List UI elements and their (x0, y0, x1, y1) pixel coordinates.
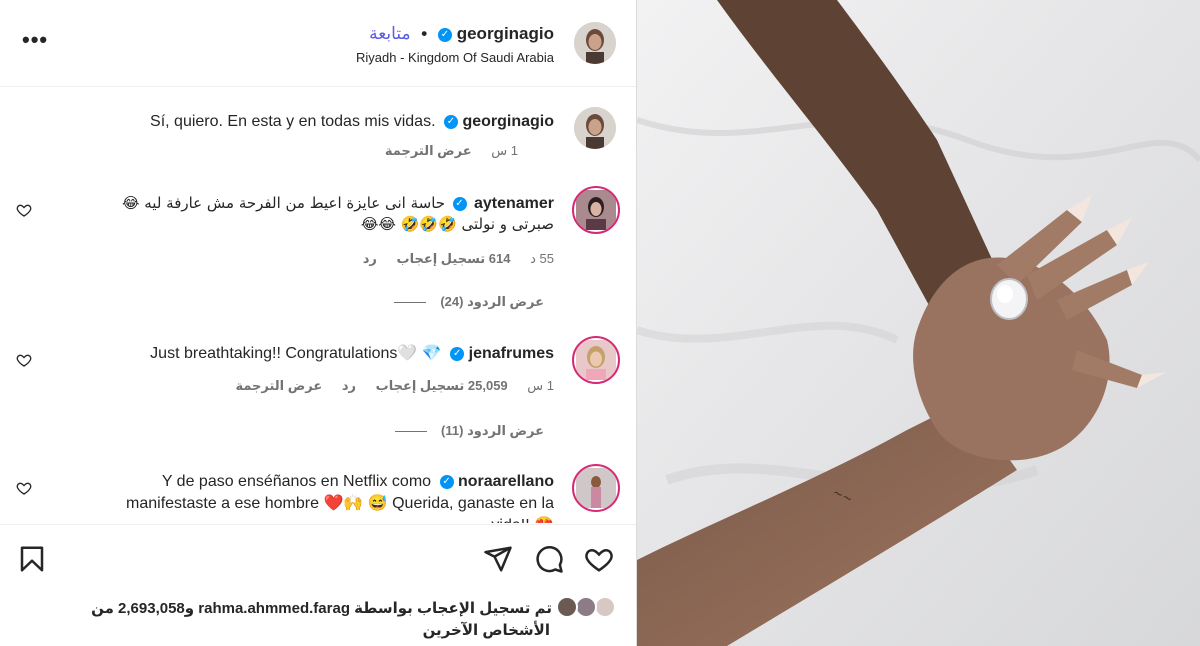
post-photo: ~~ (637, 0, 1200, 646)
likes-summary[interactable]: تم تسجيل الإعجاب بواسطة rahma.ahmmed.far… (0, 598, 552, 642)
view-replies-label: عرض الردود (24) (440, 294, 544, 309)
likes-summary-line1: تم تسجيل الإعجاب بواسطة rahma.ahmmed.far… (91, 600, 552, 617)
view-replies-button[interactable]: عرض الردود (11) (395, 423, 544, 439)
view-replies-label: عرض الردود (11) (441, 423, 544, 438)
comment-avatar-jenafrumes[interactable] (572, 336, 620, 384)
comment-avatar-noraarellano[interactable] (572, 464, 620, 512)
follow-button[interactable]: متابعة (369, 24, 410, 43)
comment-username[interactable]: jenafrumes (469, 345, 554, 362)
comment-body: حاسة انى عايزة اعيط من الفرحة مش عارفة ل… (121, 194, 446, 212)
reply-button[interactable]: رد (342, 378, 356, 393)
verified-badge-icon: ✓ (452, 196, 467, 211)
verified-badge-icon: ✓ (439, 474, 454, 489)
verified-badge-icon: ✓ (450, 346, 465, 361)
more-options-icon[interactable]: ••• (22, 29, 48, 56)
caption-text: Sí, quiero. En esta y en todas mis vidas… (150, 111, 554, 132)
comment-meta: 1 س 25,059 تسجيل إعجاب رد عرض الترجمة (219, 378, 554, 394)
verified-badge-icon: ✓ (437, 27, 452, 42)
caption-time[interactable]: 1 س (491, 143, 518, 158)
caption-translate[interactable]: عرض الترجمة (385, 143, 472, 158)
header-username[interactable]: georginagio (457, 24, 554, 43)
comment-username[interactable]: aytenamer (474, 195, 554, 212)
separator: • (421, 24, 428, 43)
post-actions: تم تسجيل الإعجاب بواسطة rahma.ahmmed.far… (0, 524, 636, 646)
comment-like-heart-icon[interactable] (16, 480, 32, 496)
comment-likes[interactable]: 614 تسجيل إعجاب (397, 251, 511, 266)
likes-summary-line2: الأشخاص الآخرين (422, 622, 550, 639)
caption-username[interactable]: georginagio (462, 113, 554, 130)
comment-icon[interactable] (534, 544, 564, 574)
header-user-row: متابعة • ✓ georginagio (369, 24, 554, 44)
caption-avatar[interactable] (574, 107, 616, 149)
liker-avatar[interactable] (556, 596, 578, 618)
comment-body: Just breathtaking!! Congratulations🤍 💎 (150, 345, 442, 362)
liker-avatar[interactable] (594, 596, 616, 618)
heart-icon[interactable] (584, 544, 614, 574)
post-panel: ••• متابعة • ✓ georginagio Riyadh - King… (0, 0, 637, 646)
view-replies-button[interactable]: عرض الردود (24) (394, 294, 544, 310)
comment-time[interactable]: 55 د (530, 251, 554, 266)
translate-button[interactable]: عرض الترجمة (235, 378, 322, 393)
replies-divider (395, 431, 428, 433)
share-icon[interactable] (483, 544, 513, 574)
comment-body: Y de paso enséñanos en Netflix como (161, 473, 432, 490)
comment-body-line2: manifestaste a ese hombre ❤️🙌 😅 Querida,… (126, 495, 554, 512)
comment-meta: 55 د 614 تسجيل إعجاب رد (347, 251, 554, 267)
comment-body-line3: vida!! 😍 (126, 515, 554, 523)
comment-text-jenafrumes: Just breathtaking!! Congratulations🤍 💎 ✓… (150, 343, 554, 364)
post-header: ••• متابعة • ✓ georginagio Riyadh - King… (0, 0, 636, 87)
comment-like-heart-icon[interactable] (16, 202, 32, 218)
comment-time[interactable]: 1 س (527, 378, 554, 393)
comment-like-heart-icon[interactable] (16, 352, 32, 368)
comment-body-line2: صبرتى و نولتى 🤣🤣🤣 😂😂 (360, 215, 554, 233)
caption-body: Sí, quiero. En esta y en todas mis vidas… (150, 113, 436, 130)
comment-text-noraarellano: Y de paso enséñanos en Netflix como ✓ no… (126, 471, 554, 523)
comment-avatar-aytenamer[interactable] (572, 186, 620, 234)
comment-likes[interactable]: 25,059 تسجيل إعجاب (376, 378, 508, 393)
post-image[interactable]: ~~ (637, 0, 1200, 646)
liker-avatar[interactable] (575, 596, 597, 618)
location-link[interactable]: Riyadh - Kingdom Of Saudi Arabia (356, 50, 554, 65)
replies-divider (394, 302, 427, 304)
header-avatar[interactable] (574, 22, 616, 64)
comment-text-aytenamer: aytenamer ✓ حاسة انى عايزة اعيط من الفرح… (122, 193, 554, 235)
reply-button[interactable]: رد (363, 251, 377, 266)
verified-badge-icon: ✓ (443, 114, 458, 129)
comment-username[interactable]: noraarellano (458, 473, 554, 490)
caption-meta: 1 س عرض الترجمة (369, 143, 518, 159)
bookmark-icon[interactable] (17, 544, 47, 574)
